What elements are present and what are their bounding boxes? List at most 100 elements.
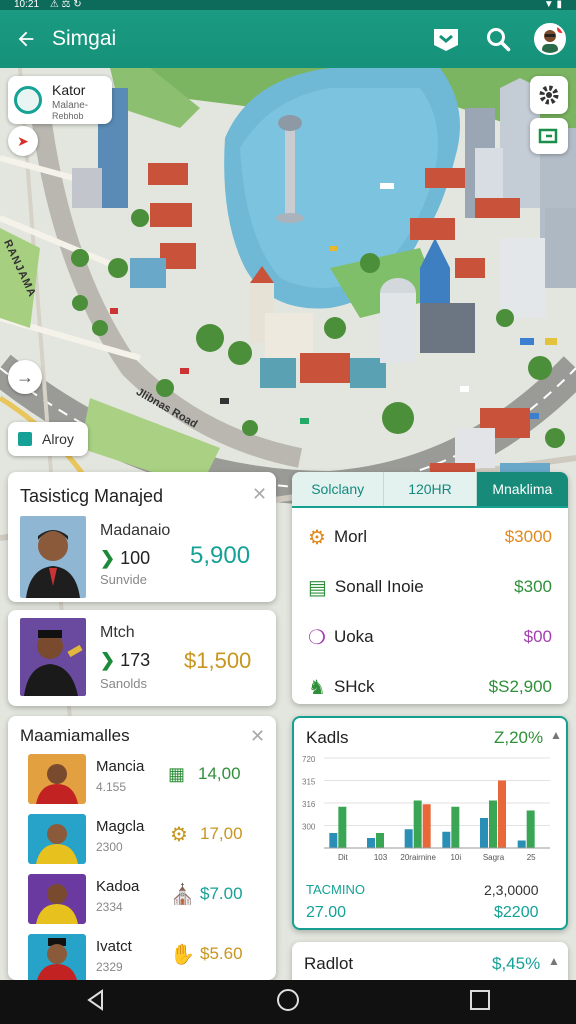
layers-icon — [538, 128, 558, 144]
close-icon[interactable]: ✕ — [250, 726, 265, 747]
sort-icon: ▲ — [550, 728, 562, 742]
manager-card-2[interactable]: Mtch ❯ 173 Sanolds $1,500 — [8, 610, 276, 706]
status-icons-right: ▼ ▮ — [543, 0, 562, 10]
bar-chart: 720 315 316 300 Dit 103 20rairnine 10i Sagra 25 — [302, 755, 550, 862]
horse-icon: ♞ — [308, 676, 326, 699]
back-button[interactable] — [0, 10, 52, 68]
chart-bar — [451, 806, 460, 848]
hand-icon: ✋ — [170, 944, 195, 966]
chart-bar — [329, 833, 338, 848]
gear-icon — [539, 85, 559, 105]
chart-bar — [442, 831, 451, 848]
manager-amount: 5,900 — [190, 542, 251, 569]
chart-bar — [480, 818, 488, 848]
list-card: Maamiamalles ✕ Mancia 4.155 ▦ 14,00 Magc… — [8, 716, 276, 980]
tab-3[interactable]: Mnaklima — [476, 472, 568, 506]
y-tick-label: 315 — [302, 778, 316, 787]
chart-bar — [376, 833, 384, 848]
compass-button[interactable]: ➤ — [8, 126, 38, 156]
list-item-4[interactable]: Ivatct 2329 ✋ $5.60 — [18, 934, 276, 980]
back-arrow-icon — [18, 31, 34, 47]
navigation-icon: ➤ — [17, 132, 29, 149]
location-card[interactable]: Kator Malane- Rebhob — [8, 76, 112, 124]
price-value-3: $00 — [523, 627, 552, 646]
manager-card[interactable]: Tasisticg Manajed ✕ Madanaio ❯ 100 Sunvi… — [8, 472, 276, 602]
chart-bar — [404, 829, 413, 848]
tab-1[interactable]: Solclany — [292, 472, 385, 506]
status-time: 10:21 — [14, 0, 40, 10]
price-label-2: Sonall Inoie — [334, 577, 424, 596]
list-name-3: Kadoa — [96, 878, 140, 895]
chart-bottom-value: 2,3,0000 — [484, 882, 539, 898]
settings-button[interactable] — [530, 76, 568, 114]
inbox-icon — [434, 29, 458, 51]
list-thumb-2 — [28, 814, 86, 864]
sort-icon: ▲ — [548, 954, 560, 968]
manager-sub-2: Sanolds — [100, 676, 147, 691]
calendar-icon: ▤ — [308, 576, 327, 599]
list-item-3[interactable]: Kadoa 2334 ⛪ $7.00 — [18, 874, 276, 930]
list-thumb-4 — [28, 934, 86, 980]
manager-sub: Sunvide — [100, 572, 147, 587]
circle-home-icon — [276, 988, 299, 1011]
list-name-2: Magcla — [96, 818, 145, 835]
price-row-1[interactable]: ⚙ Morl $3000 — [292, 512, 568, 562]
list-value-2: 17,00 — [200, 824, 243, 843]
list-name-4: Ivatct — [96, 938, 132, 955]
rate-card[interactable]: Radlot $,45% ▲ — [292, 942, 568, 980]
search-button[interactable] — [472, 10, 524, 68]
chart-bar — [498, 780, 506, 848]
price-label-4: SHck — [333, 677, 375, 696]
recenter-button[interactable]: → — [8, 360, 42, 394]
gears-icon: ⚙ — [308, 526, 326, 549]
list-thumb-1 — [28, 754, 86, 804]
map-chip[interactable]: Alroy — [8, 422, 88, 456]
factory-icon: ▦ — [168, 764, 186, 784]
wrench-icon: ❍ — [308, 626, 326, 649]
x-tick-label: 25 — [527, 853, 536, 862]
nav-back-button[interactable] — [84, 988, 108, 1017]
chart-bar — [338, 806, 347, 848]
close-icon[interactable]: ✕ — [252, 484, 267, 505]
manager-number-row-2: ❯ 173 — [100, 650, 150, 671]
price-row-2[interactable]: ▤ Sonall Inoie $300 — [292, 562, 568, 612]
bookmark-icon — [18, 432, 32, 446]
manager-name: Madanaio — [100, 522, 171, 539]
list-thumb-3 — [28, 874, 86, 924]
list-sub-3: 2334 — [96, 900, 123, 914]
rate-value: $,45% — [492, 954, 541, 973]
price-row-4[interactable]: ♞ SHck $S2,900 — [292, 662, 568, 704]
map-chip-label: Alroy — [42, 431, 74, 447]
nav-recents-button[interactable] — [468, 988, 492, 1017]
layers-button[interactable] — [530, 118, 568, 154]
list-value-3: $7.00 — [200, 884, 243, 903]
chart-bar — [367, 838, 375, 848]
list-item-1[interactable]: Mancia 4.155 ▦ 14,00 — [18, 754, 276, 810]
manager-number-2: 173 — [120, 650, 151, 670]
list-title: Maamiamalles — [20, 726, 130, 745]
price-row-3[interactable]: ❍ Uoka $00 — [292, 612, 568, 662]
building-icon: ⛪ — [170, 884, 195, 906]
profile-button[interactable] — [524, 10, 576, 68]
compass-icon — [14, 86, 42, 114]
rate-title: Radlot — [304, 954, 354, 973]
nav-home-button[interactable] — [275, 987, 301, 1018]
city-map[interactable]: Kator Malane- Rebhob ➤ → RANJAMA Jlibnas… — [0, 68, 576, 980]
tab-2[interactable]: 120HR — [384, 472, 477, 506]
chart-bar — [422, 804, 431, 848]
x-tick-label: Dit — [338, 853, 349, 862]
list-item-2[interactable]: Magcla 2300 ⚙ 17,00 — [18, 814, 276, 870]
list-value-1: 14,00 — [198, 764, 241, 783]
price-value-4: $S2,900 — [488, 677, 552, 696]
chart-bar — [413, 800, 422, 848]
x-tick-label: 10i — [450, 853, 461, 862]
manager-number: 100 — [120, 548, 151, 568]
chart-right-total: $2200 — [494, 904, 539, 921]
manager-number-row: ❯ 100 — [100, 548, 150, 569]
inbox-button[interactable] — [420, 10, 472, 68]
y-tick-label: 720 — [302, 755, 316, 764]
chart-bar — [517, 840, 526, 848]
list-sub-4: 2329 — [96, 960, 123, 974]
x-tick-label: 20rairnine — [400, 853, 436, 862]
price-value-1: $3000 — [504, 527, 552, 546]
